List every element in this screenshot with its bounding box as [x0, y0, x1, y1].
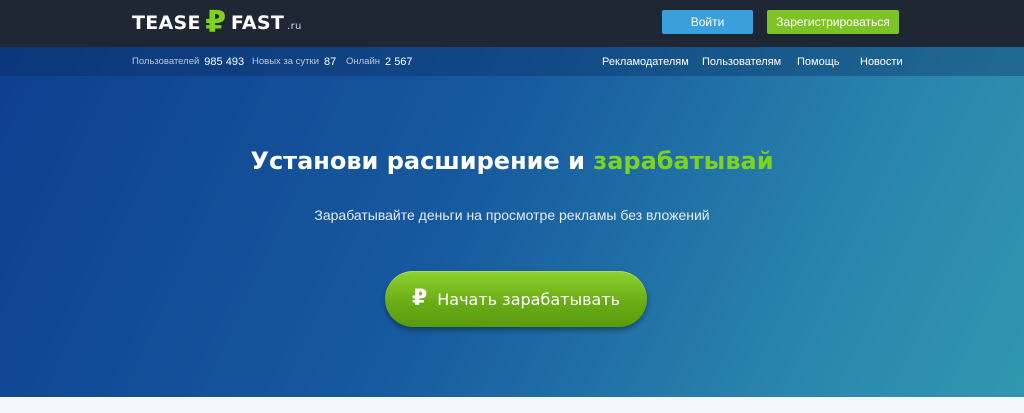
headline-accent: зарабатывай [593, 147, 774, 175]
stat-online-label: Онлайн [346, 56, 381, 67]
nav-users[interactable]: Пользователям [702, 47, 781, 76]
top-header: TEASE ₽ FAST .ru Войти Зарегистрироватьс… [0, 0, 1024, 47]
stat-users: Пользователей 985 493 [132, 47, 244, 76]
stat-new-today: Новых за сутки 87 [252, 47, 336, 76]
hero-subheadline: Зарабатывайте деньги на просмотре реклам… [314, 207, 710, 223]
stat-online: Онлайн 2 567 [346, 47, 413, 76]
start-earning-button[interactable]: ₽ Начать зарабатывать [385, 271, 647, 327]
logo-tld: .ru [287, 20, 302, 32]
hero-section: Пользователей 985 493 Новых за сутки 87 … [0, 47, 1024, 397]
logo-text-fast: FAST [230, 12, 285, 34]
login-button[interactable]: Войти [662, 10, 753, 34]
page-content-start [0, 397, 1024, 413]
stat-users-label: Пользователей [132, 56, 200, 67]
site-logo[interactable]: TEASE ₽ FAST .ru [132, 8, 302, 38]
stat-new-today-value: 87 [324, 55, 337, 68]
nav-advertisers[interactable]: Рекламодателям [602, 47, 689, 76]
start-earning-label: Начать зарабатывать [437, 289, 621, 309]
logo-text-tease: TEASE [132, 12, 201, 34]
ruble-icon: ₽ [411, 286, 428, 311]
stat-new-today-label: Новых за сутки [252, 56, 320, 67]
stat-users-value: 985 493 [204, 55, 245, 68]
stats-bar: Пользователей 985 493 Новых за сутки 87 … [0, 47, 1024, 76]
hero-headline: Установи расширение и зарабатывай [0, 147, 1024, 175]
nav-help[interactable]: Помощь [797, 47, 840, 76]
stat-online-value: 2 567 [385, 55, 413, 68]
register-button[interactable]: Зарегистрироваться [767, 10, 899, 34]
ruble-icon: ₽ [205, 5, 227, 40]
headline-main: Установи расширение и [250, 147, 594, 175]
nav-news[interactable]: Новости [860, 47, 903, 76]
